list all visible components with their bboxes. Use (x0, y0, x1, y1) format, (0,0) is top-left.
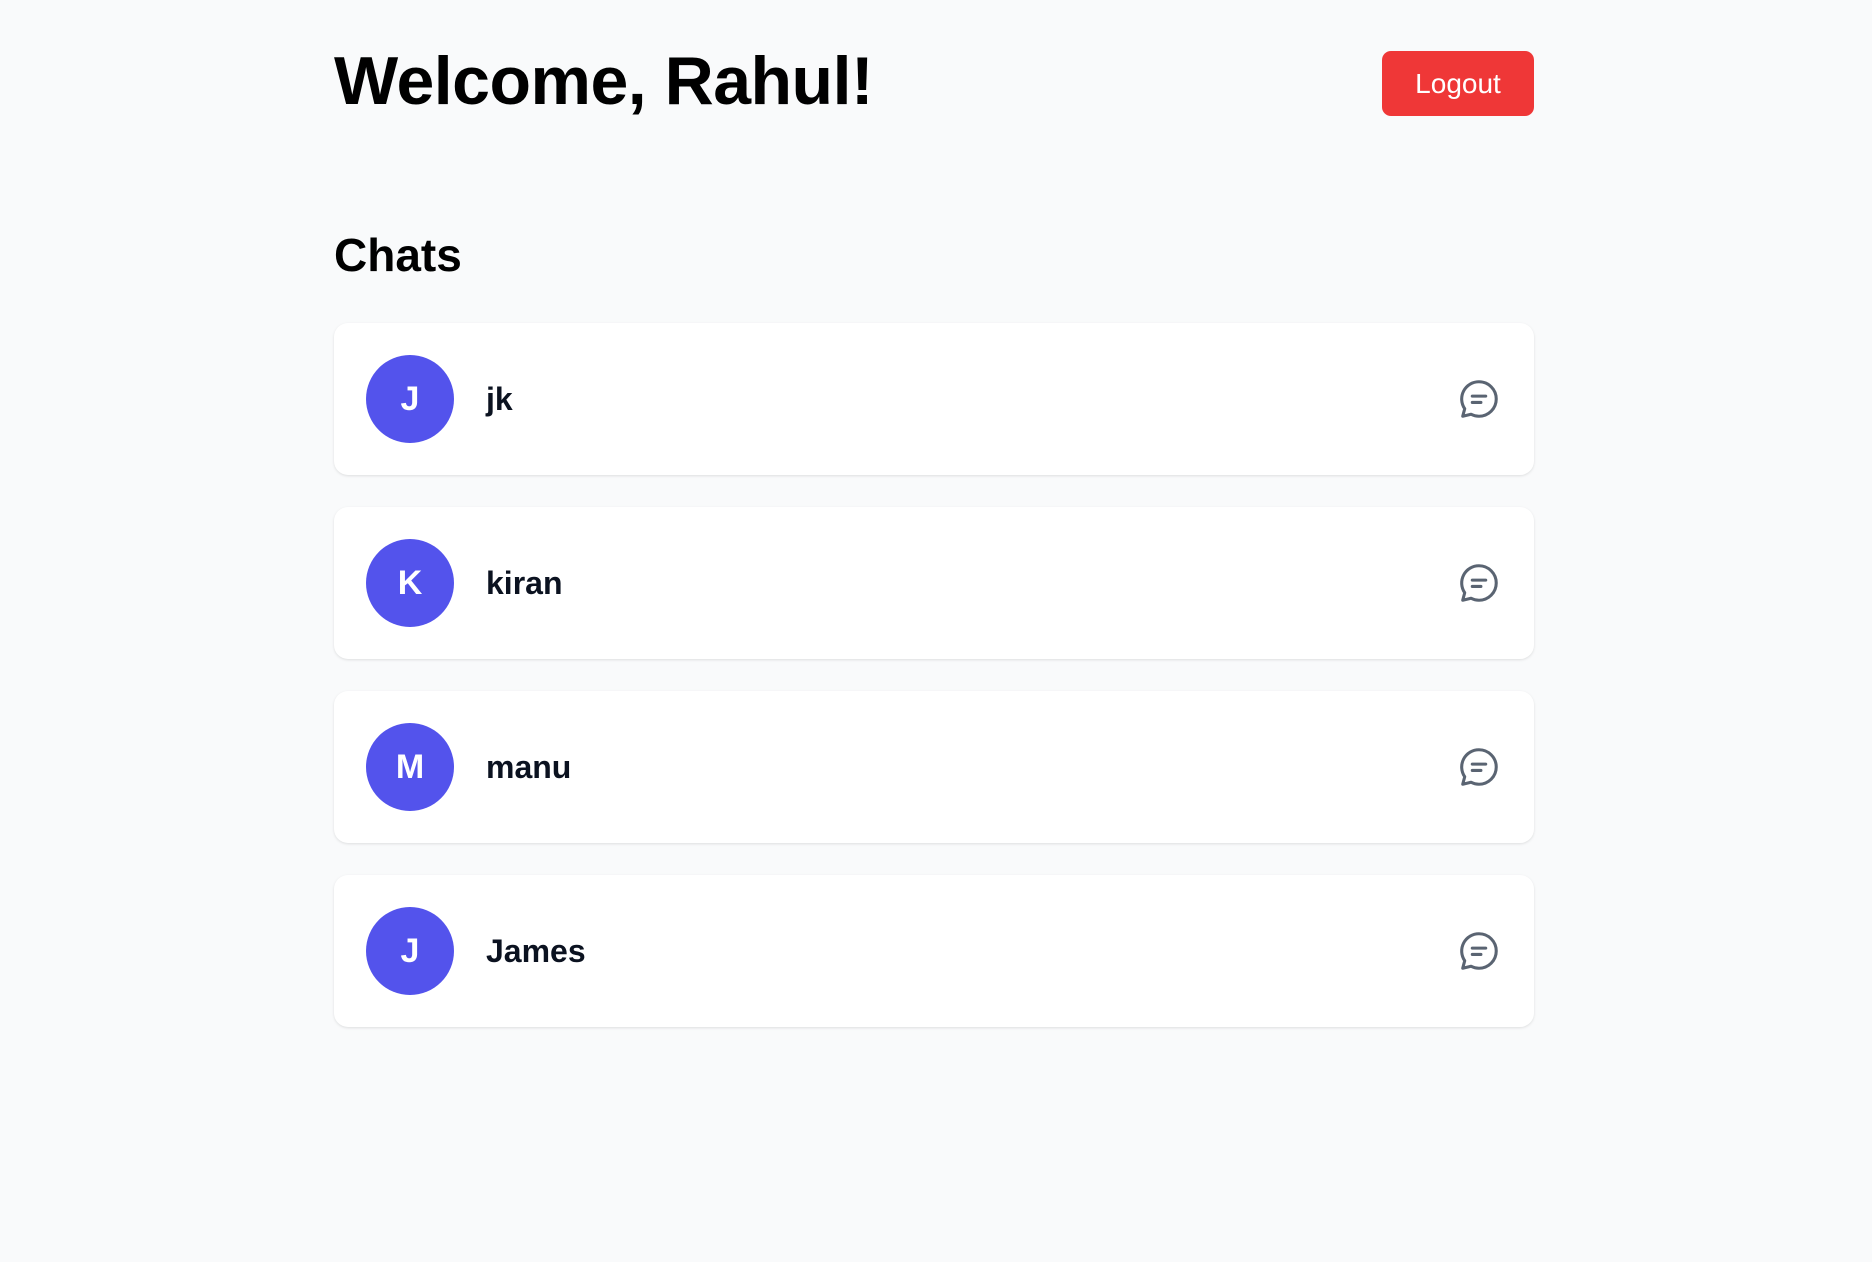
chat-name: manu (486, 749, 572, 785)
chat-bubble-icon[interactable] (1456, 928, 1502, 974)
avatar: J (366, 907, 454, 995)
logout-button[interactable]: Logout (1382, 51, 1534, 116)
chat-name: James (486, 933, 586, 969)
chats-heading: Chats (334, 229, 462, 281)
chat-item-jk[interactable]: J jk (334, 323, 1534, 475)
chat-name: jk (486, 381, 513, 417)
avatar: J (366, 355, 454, 443)
dashboard: Welcome, Rahul! Logout Chats J jk K kira… (334, 0, 1534, 1027)
chat-item-manu[interactable]: M manu (334, 691, 1534, 843)
header: Welcome, Rahul! Logout (334, 0, 1534, 170)
chat-name: kiran (486, 565, 563, 601)
chat-bubble-icon[interactable] (1456, 376, 1502, 422)
welcome-heading: Welcome, Rahul! (334, 43, 874, 119)
avatar: K (366, 539, 454, 627)
avatar: M (366, 723, 454, 811)
chat-item-james[interactable]: J James (334, 875, 1534, 1027)
chat-item-kiran[interactable]: K kiran (334, 507, 1534, 659)
chat-bubble-icon[interactable] (1456, 560, 1502, 606)
chat-list: J jk K kiran M manu J James (334, 323, 1534, 1059)
chat-bubble-icon[interactable] (1456, 744, 1502, 790)
